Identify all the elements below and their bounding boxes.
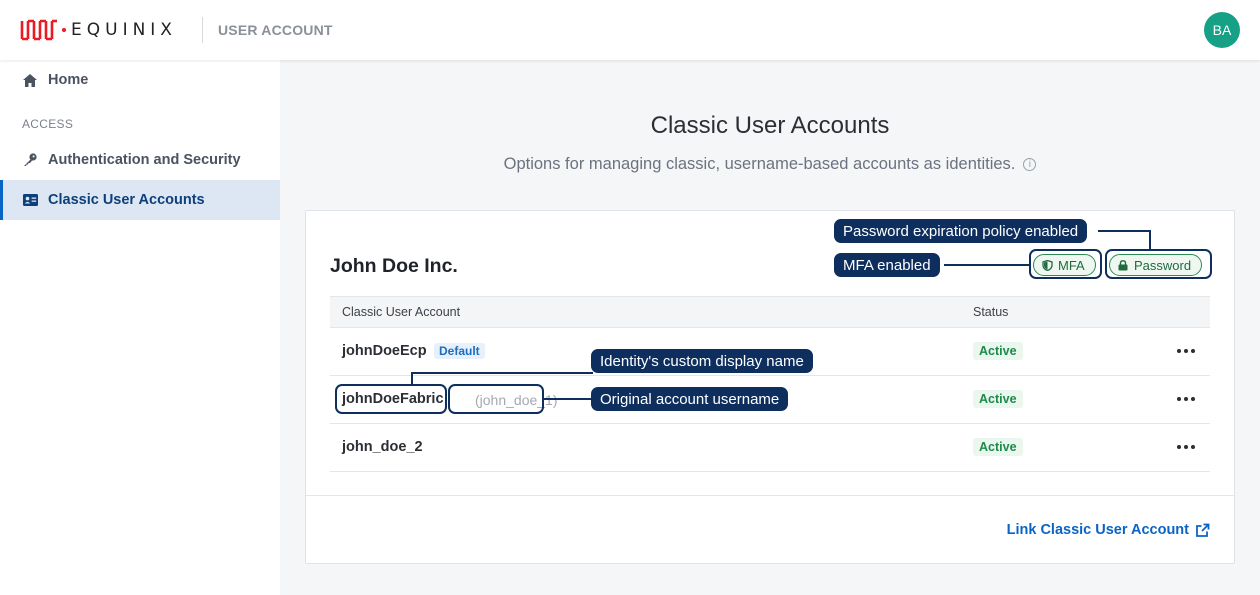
sidebar-item-label: Classic User Accounts — [48, 192, 205, 208]
sidebar-section-access: ACCESS — [22, 117, 74, 131]
callout-password-policy: Password expiration policy enabled — [834, 219, 1088, 243]
id-card-icon — [22, 192, 38, 208]
top-bar: EQUINIX USER ACCOUNT BA — [0, 0, 1260, 60]
more-actions-icon[interactable] — [1176, 341, 1196, 361]
mfa-badge-highlight — [1029, 249, 1102, 279]
callout-display-name: Identity's custom display name — [591, 349, 813, 373]
callout-original-username: Original account username — [591, 387, 789, 411]
callout-mfa-enabled: MFA enabled — [834, 253, 940, 277]
logo-dot — [62, 28, 66, 32]
password-badge-highlight — [1105, 249, 1212, 279]
info-icon[interactable]: i — [1023, 158, 1037, 171]
account-name: john_doe_2 — [342, 439, 423, 455]
sidebar: Home ACCESS Authentication and Security … — [0, 60, 280, 595]
default-tag: Default — [434, 343, 485, 359]
equinix-logo[interactable]: EQUINIX — [20, 19, 177, 41]
organization-name: John Doe Inc. — [330, 255, 458, 277]
page-subtitle: Options for managing classic, username-b… — [280, 155, 1260, 174]
external-link-icon — [1195, 523, 1210, 538]
status-badge: Active — [973, 390, 1023, 408]
account-name: johnDoeEcp — [342, 343, 427, 359]
sidebar-item-authentication[interactable]: Authentication and Security — [0, 140, 280, 180]
original-username-highlight — [448, 384, 544, 414]
column-header-status: Status — [973, 305, 1009, 319]
column-header-account: Classic User Account — [342, 305, 461, 319]
callout-connector — [543, 398, 592, 400]
callout-connector — [1098, 230, 1151, 232]
sidebar-item-classic-user-accounts[interactable]: Classic User Accounts — [0, 180, 280, 220]
callout-connector — [944, 264, 1030, 266]
sidebar-item-label: Authentication and Security — [48, 152, 241, 168]
table-row[interactable]: john_doe_2 Active — [330, 424, 1210, 472]
key-icon — [22, 152, 38, 168]
status-badge: Active — [973, 438, 1023, 456]
table-header: Classic User Account Status — [330, 296, 1210, 328]
link-account-label: Link Classic User Account — [1006, 522, 1189, 538]
more-actions-icon[interactable] — [1176, 437, 1196, 457]
app-name: USER ACCOUNT — [218, 22, 333, 38]
page-subtitle-text: Options for managing classic, username-b… — [503, 155, 1016, 173]
more-actions-icon[interactable] — [1176, 389, 1196, 409]
link-classic-user-account-button[interactable]: Link Classic User Account — [1007, 522, 1210, 538]
callout-connector — [1149, 230, 1151, 250]
logo-text: EQUINIX — [71, 20, 177, 40]
header-divider — [202, 17, 203, 43]
status-badge: Active — [973, 342, 1023, 360]
sidebar-item-label: Home — [48, 72, 89, 88]
user-avatar[interactable]: BA — [1204, 12, 1240, 48]
home-icon — [22, 72, 38, 88]
display-name-highlight — [335, 384, 447, 414]
callout-connector — [411, 372, 593, 374]
sidebar-item-home[interactable]: Home — [0, 60, 280, 100]
equinix-logo-mark-icon — [20, 19, 57, 41]
card-divider — [306, 495, 1234, 496]
page-title: Classic User Accounts — [650, 112, 890, 139]
